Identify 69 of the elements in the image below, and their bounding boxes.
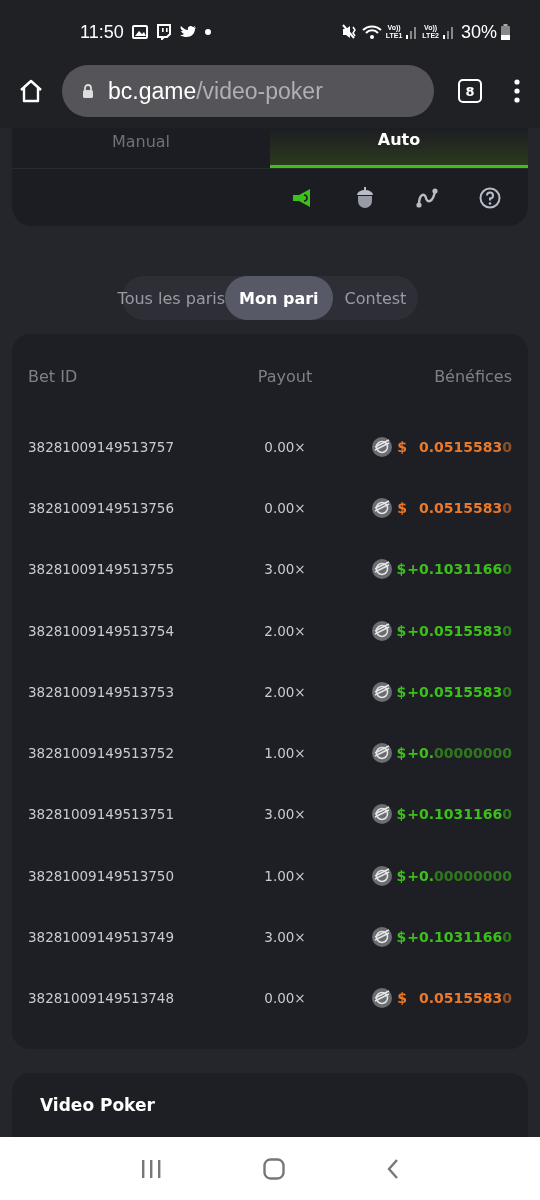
bird-icon [179,25,197,39]
signal-icon [406,25,419,39]
coin-icon [371,743,392,764]
wifi-icon [361,24,382,40]
mute-icon [341,24,358,40]
payout-cell-text: 2.00× [263,622,307,639]
bet-id-cell-text: 38281009149513751 [28,806,175,823]
bet-id-cell-text: 38281009149513754 [28,622,175,639]
coin-icon [371,559,392,580]
profit-amount: $+0.10311660 [396,561,512,578]
chat-icon [155,24,172,40]
bet-id-cell-text: 38281009149513748 [28,990,175,1007]
payout-cell-text: 1.00× [263,867,307,884]
dot-icon [204,29,211,35]
payout-cell-text: 0.00× [263,499,307,516]
bet-id-cell-text: 38281009149513750 [28,867,175,884]
mode-tab[interactable]: Manual [12,128,270,168]
card-title: Video Poker [40,1095,155,1115]
coin-icon [371,865,392,886]
payout-cell-text: 3.00× [263,561,307,578]
bet-id-cell-text: 38281009149513756 [28,499,175,516]
payout-cell-text: 0.00× [263,438,307,455]
bet-id-cell-text: 38281009149513757 [28,438,175,455]
bets-tab[interactable]: Tous les paris [117,276,226,321]
bet-id-cell-text: 38281009149513753 [28,683,175,700]
profit-amount: $ 0.05155830 [397,499,512,516]
profit-amount: $+0.05155830 [396,683,512,700]
tab-count-button[interactable]: 8 [458,79,482,103]
bets-tab[interactable]: Contest [332,276,419,321]
image-icon [131,25,148,39]
profit-amount: $+0.05155830 [396,622,512,639]
battery-icon [501,24,510,40]
bet-id-cell-text: 38281009149513752 [28,745,175,762]
coin-icon [371,927,392,948]
column-header: Payout [256,366,314,386]
back-icon[interactable] [385,1157,400,1180]
recents-icon[interactable] [140,1158,163,1179]
coin-icon [372,988,393,1009]
payout-cell-text: 2.00× [263,683,307,700]
payout-cell-text: 1.00× [263,745,307,762]
bet-id-cell-text: 38281009149513755 [28,561,175,578]
profit-amount: $ 0.05155830 [397,990,512,1007]
bet-id-cell-text: 38281009149513749 [28,929,175,946]
profit-amount: $+0.00000000 [396,867,512,884]
coin-icon [371,804,392,825]
column-header: Bet ID [28,366,79,386]
bets-tab[interactable]: Mon pari [225,276,333,321]
profit-amount: $+0.10311660 [396,806,512,823]
address-bar[interactable]: bc.game/video-poker [62,65,434,117]
payout-cell-text: 0.00× [263,990,307,1007]
status-time: 11:50 [80,21,124,43]
signal-icon [442,25,455,39]
coin-icon [372,436,393,457]
column-header: Bénéfices [433,366,512,386]
profit-amount: $+0.10311660 [396,929,512,946]
help-icon[interactable] [479,187,501,209]
coin-icon [372,497,393,518]
more-icon[interactable] [514,79,520,103]
acorn-icon[interactable] [355,187,375,209]
profit-amount: $ 0.05155830 [397,438,512,455]
payout-cell-text: 3.00× [263,929,307,946]
url-text: bc.game/video-poker [108,77,323,105]
coin-icon [371,681,392,702]
battery-percent: 30% [460,21,497,43]
profit-amount: $+0.00000000 [396,745,512,762]
lock-icon [82,84,94,98]
coin-icon [371,620,392,641]
payout-cell-text: 3.00× [263,806,307,823]
curve-icon[interactable] [415,187,439,209]
